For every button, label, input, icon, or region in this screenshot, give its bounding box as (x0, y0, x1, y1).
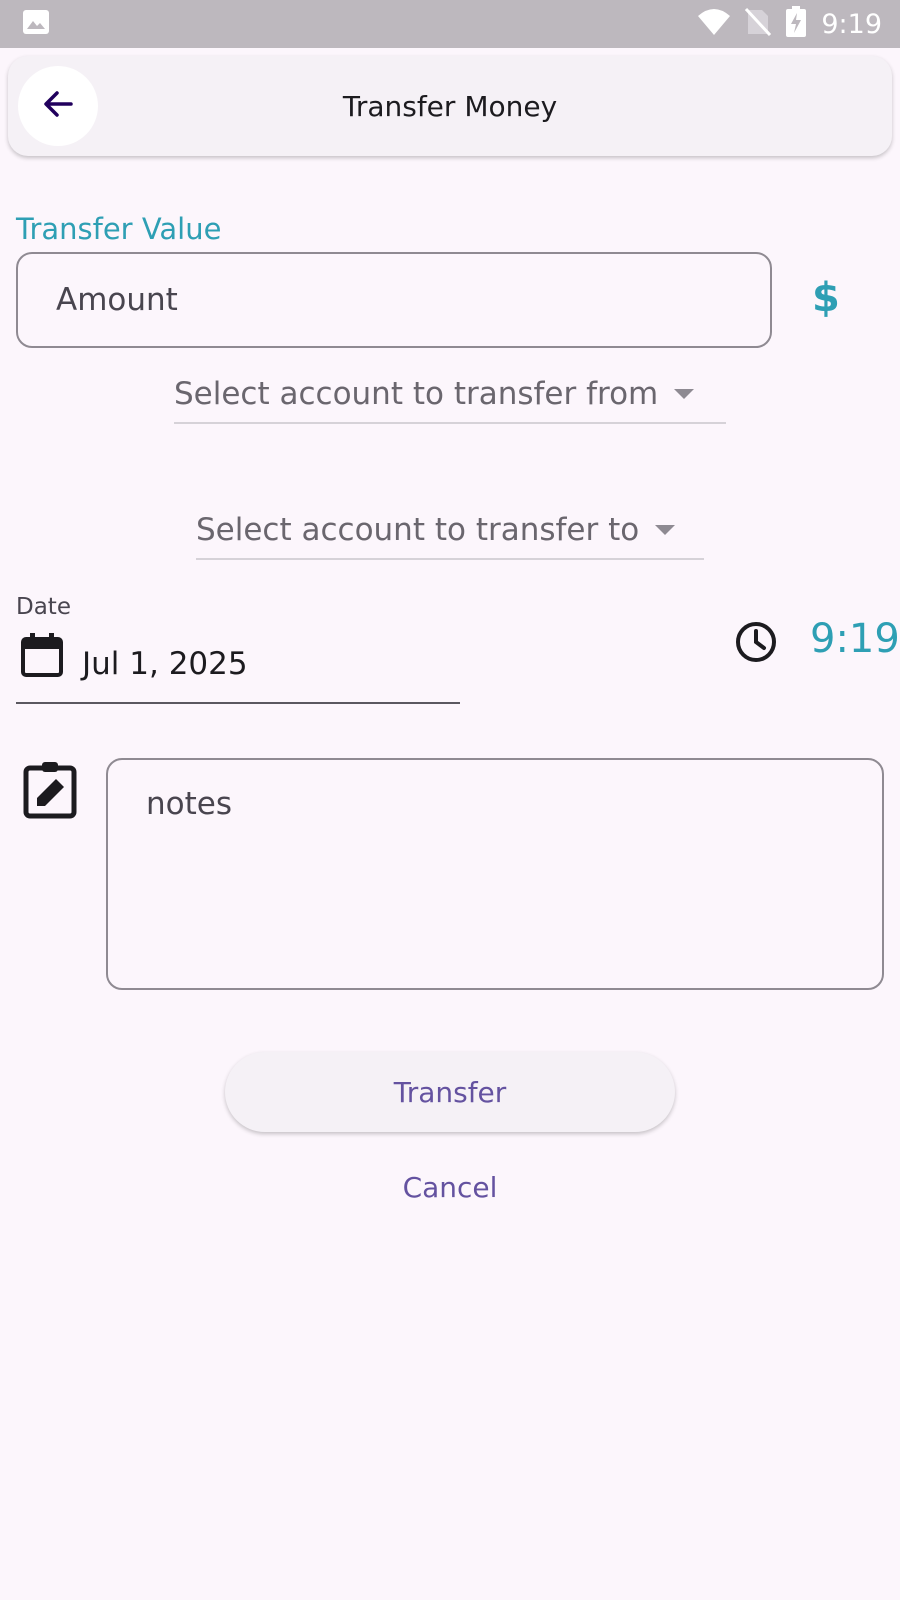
edit-note-icon (22, 760, 78, 824)
app-bar: Transfer Money (8, 56, 892, 156)
clock-icon[interactable] (734, 620, 778, 668)
date-field[interactable]: Jul 1, 2025 (16, 628, 460, 704)
to-account-dropdown[interactable]: Select account to transfer to (196, 512, 704, 560)
dollar-icon: $ (812, 275, 840, 321)
back-button[interactable] (18, 66, 98, 146)
page-title: Transfer Money (342, 89, 558, 123)
arrow-back-icon (40, 86, 76, 126)
notes-input[interactable]: notes (106, 758, 884, 990)
transfer-button[interactable]: Transfer (225, 1052, 675, 1132)
status-icons: 9:19 (697, 6, 882, 42)
time-value[interactable]: 9:19 (810, 616, 900, 662)
dropdown-caret-icon (674, 389, 695, 399)
calendar-icon (20, 632, 64, 682)
image-icon (22, 9, 50, 39)
dropdown-caret-icon (655, 525, 676, 535)
from-account-placeholder: Select account to transfer from (174, 376, 659, 412)
date-label: Date (16, 594, 71, 620)
status-time: 9:19 (821, 8, 882, 40)
battery-charging-icon (785, 6, 807, 42)
no-sim-icon (745, 7, 772, 41)
amount-input[interactable]: Amount (16, 252, 772, 348)
date-value: Jul 1, 2025 (82, 646, 248, 682)
status-bar: 9:19 (0, 0, 900, 48)
to-account-placeholder: Select account to transfer to (196, 512, 640, 548)
from-account-dropdown[interactable]: Select account to transfer from (174, 376, 726, 424)
transfer-value-label: Transfer Value (16, 212, 222, 246)
wifi-icon (697, 8, 731, 40)
cancel-button[interactable]: Cancel (350, 1162, 550, 1212)
